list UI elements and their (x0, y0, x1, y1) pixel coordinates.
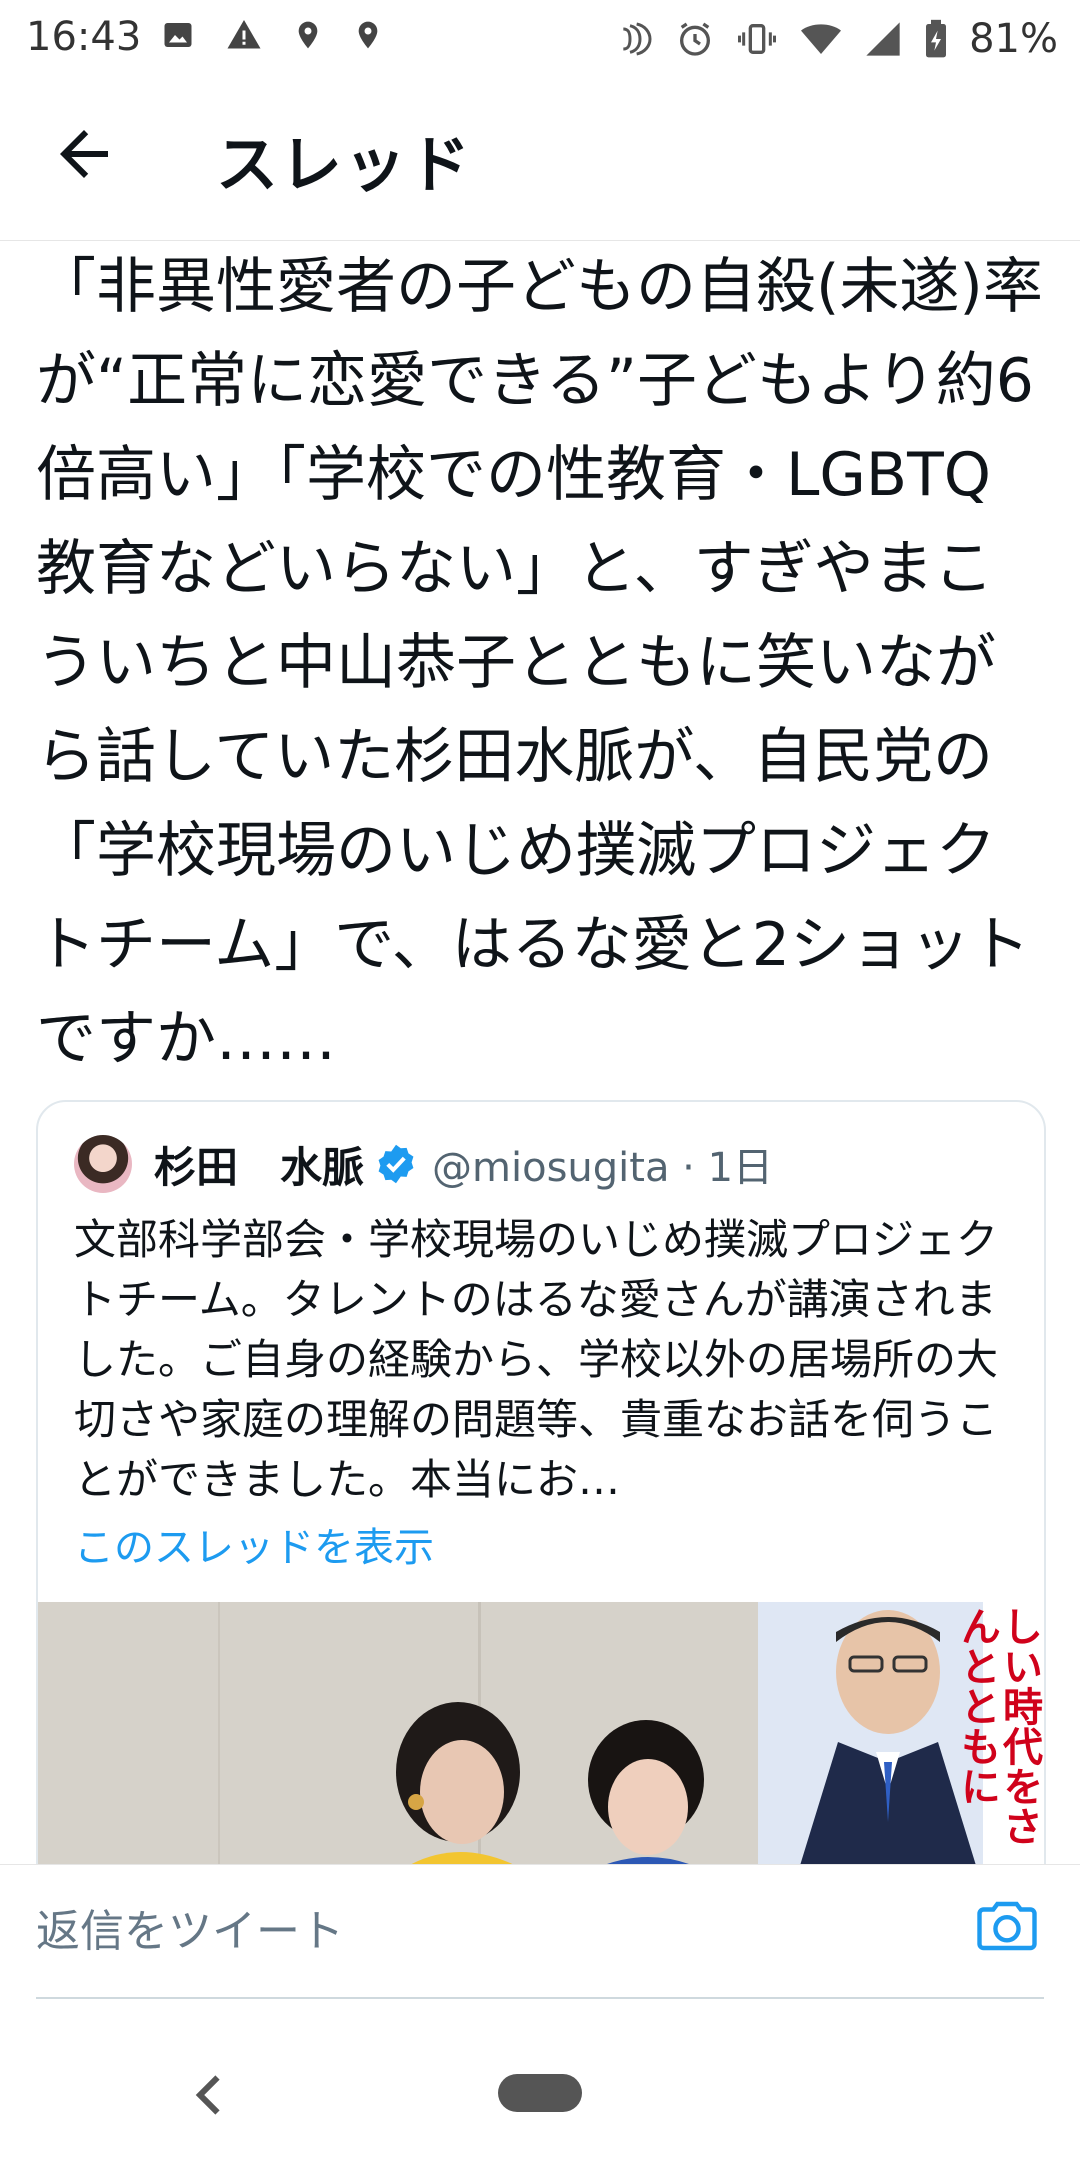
divider (36, 1997, 1044, 1999)
wifi-icon (801, 24, 842, 54)
quoted-tweet-header: 杉田 水脈 @miosugita · 1日 (74, 1134, 773, 1194)
status-bar: 16:43 81% (0, 0, 1080, 72)
signal-icon (866, 22, 900, 56)
nav-home-pill[interactable] (498, 2074, 582, 2112)
reply-input[interactable]: 返信をツイート (36, 1895, 344, 1959)
vibrate-icon (738, 24, 777, 54)
poster-text: しい時代をさんとともに (954, 1606, 1042, 1846)
battery-percent: 81% (969, 16, 1058, 62)
thread-content[interactable]: 「非異性愛者の子どもの自殺(未遂)率が“正常に恋愛できる”子どもより約6倍高い」… (0, 240, 1080, 1864)
quoted-author-name: 杉田 水脈 (154, 1142, 365, 1192)
tweet-text: 「非異性愛者の子どもの自殺(未遂)率が“正常に恋愛できる”子どもより約6倍高い」… (36, 252, 1043, 1074)
verified-badge-icon (378, 1144, 414, 1184)
nfc-icon (623, 22, 652, 56)
back-arrow-icon[interactable] (48, 118, 120, 190)
reply-composer: 返信をツイート (0, 1864, 1080, 1999)
notification-icons (160, 16, 384, 54)
app-header: スレッド (0, 72, 1080, 241)
photo-image (38, 1602, 1044, 1864)
show-thread-link[interactable]: このスレッドを表示 (74, 1515, 434, 1573)
quoted-author-handle: @miosugita · 1日 (432, 1145, 774, 1191)
system-icons: 81% (615, 16, 1058, 62)
location-icon (358, 21, 378, 49)
battery-icon (926, 19, 947, 58)
quoted-tweet-text: 文部科学部会・学校現場のいじめ撲滅プロジェクトチーム。タレントのはるな愛さんが講… (74, 1215, 999, 1504)
avatar[interactable] (74, 1135, 132, 1193)
camera-icon[interactable] (974, 1893, 1040, 1959)
system-nav-bar (0, 2000, 1080, 2160)
quoted-tweet-photo[interactable]: しい時代をさんとともに (38, 1602, 1044, 1864)
page-title: スレッド (216, 128, 473, 201)
quoted-tweet[interactable]: 杉田 水脈 @miosugita · 1日 文部科学部会・学校現場のいじめ撲滅プ… (36, 1100, 1046, 1864)
nav-back-icon[interactable] (190, 2070, 230, 2120)
status-time: 16:43 (26, 14, 142, 60)
location-icon (298, 21, 318, 49)
alarm-icon (680, 22, 711, 56)
alert-icon (227, 20, 261, 49)
image-icon (164, 23, 192, 47)
